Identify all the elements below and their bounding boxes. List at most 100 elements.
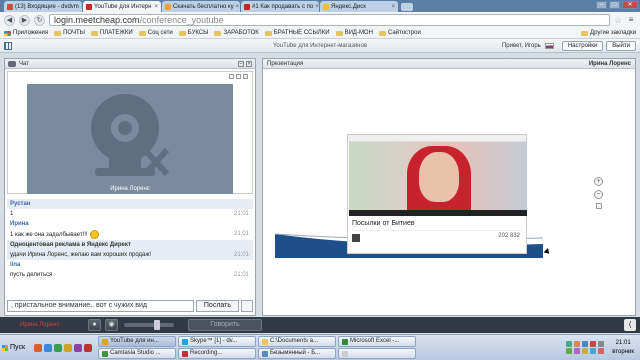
app-icon	[182, 350, 188, 357]
bookmark-label: ПЛАТЕЖКИ	[99, 30, 133, 36]
maximize-button[interactable]: □	[609, 1, 620, 9]
url-input[interactable]: login.meetcheap.com/conference_youtube	[49, 14, 610, 26]
tray-network-icon[interactable]	[566, 341, 573, 347]
bookmark-item[interactable]: ПЛАТЕЖКИ	[90, 30, 133, 36]
tray-cloud-icon[interactable]	[590, 348, 597, 354]
browser-tab[interactable]: Скачать бесплатно ку ×	[162, 1, 240, 12]
quick-launch-chrome-icon[interactable]	[54, 343, 62, 352]
chat-message: Рустан	[7, 199, 253, 209]
zoom-in-icon[interactable]: +	[594, 177, 603, 186]
microphone-icon[interactable]: ●	[88, 319, 101, 331]
chat-message-input[interactable]: , пристальное внимание.. вот с чужих вид	[7, 300, 194, 312]
back-icon[interactable]: ◀	[4, 14, 15, 26]
taskbar-window-button[interactable]: Microsoft Excel -...	[338, 336, 416, 347]
bookmark-item[interactable]: Приложения	[4, 30, 48, 36]
app-icon	[182, 338, 188, 345]
start-label: Пуск	[10, 344, 26, 351]
bookmark-label: Соц сети	[147, 30, 173, 36]
volume-handle[interactable]	[154, 320, 160, 330]
system-tray: 21:01 вторник	[566, 337, 638, 359]
browser-tab[interactable]: (13) Входящие - dvdvm×	[4, 1, 82, 12]
taskbar-window-button[interactable]: Безымянный - Б...	[258, 348, 336, 359]
menu-icon[interactable]: ≡	[626, 15, 636, 25]
other-bookmarks[interactable]: Другие закладки	[581, 30, 636, 36]
address-bar-row: ◀ ▶ ↻ login.meetcheap.com/conference_you…	[0, 12, 640, 28]
tray-record-icon[interactable]	[598, 348, 605, 354]
quick-launch-media-icon[interactable]	[74, 343, 82, 352]
fit-screen-icon[interactable]	[595, 203, 602, 209]
close-tab-icon[interactable]: ×	[234, 4, 240, 10]
apps-icon	[4, 30, 11, 36]
talk-button[interactable]: Говорить	[188, 319, 262, 331]
chat-text: 1 как же она задалбывает!!!	[10, 232, 88, 239]
taskbar-window-button[interactable]: C:\Documents a...	[258, 336, 336, 347]
browser-tab[interactable]: #1 Как продавать с по ×	[241, 1, 319, 12]
close-tab-icon[interactable]: ×	[389, 4, 395, 10]
new-tab-button[interactable]	[401, 3, 413, 11]
quick-launch-opera-icon[interactable]	[84, 343, 92, 352]
tray-antivirus-icon[interactable]	[574, 341, 581, 347]
chat-author: lina	[10, 262, 21, 269]
presentation-panel: Презентация Ирина Лоренс Посылки от Бити…	[262, 58, 636, 316]
webcam-settings-icon[interactable]	[229, 74, 234, 79]
bookmark-item[interactable]: ВИД-МОН	[335, 30, 373, 36]
tray-volume-icon[interactable]	[598, 341, 605, 347]
volume-slider[interactable]	[124, 320, 174, 330]
browser-tab[interactable]: Яндекс.Диск ×	[320, 1, 398, 12]
emoticon-button[interactable]	[241, 300, 253, 312]
youtube-video-meta: 202 832	[352, 230, 522, 248]
browser-tab[interactable]: YouTube для Интерн ×	[83, 1, 161, 12]
close-window-button[interactable]: ✕	[622, 1, 638, 9]
share-icon[interactable]: ⟨	[624, 319, 636, 331]
taskbar-window-button[interactable]: YouTube для ин...	[98, 336, 176, 347]
taskbar-window-button[interactable]	[338, 348, 416, 359]
chat-text: пусть делиться	[10, 272, 53, 279]
webcam-expand-icon[interactable]	[236, 74, 241, 79]
taskbar-window-button[interactable]: Camtasia Studio ...	[98, 348, 176, 359]
quick-launch-ie-icon[interactable]	[44, 343, 52, 352]
bookmark-item[interactable]: ПОЧТЫ	[54, 30, 85, 36]
bookmark-item[interactable]: БРАТНЫЕ ССЫЛКИ	[264, 30, 330, 36]
youtube-video-title: Посылки от Битиев	[352, 220, 415, 227]
tray-app-icon[interactable]	[574, 348, 581, 354]
close-panel-icon[interactable]: ×	[246, 60, 252, 67]
close-tab-icon[interactable]: ×	[152, 4, 158, 10]
tray-skype-icon[interactable]	[582, 341, 589, 347]
clock-time: 21:01	[615, 339, 631, 346]
url-path: /conference_youtube	[139, 15, 224, 25]
minimize-button[interactable]: –	[596, 1, 607, 9]
start-button[interactable]: Пуск	[2, 343, 30, 353]
app-header: YouTube для Интернет-магазинов Привет, И…	[0, 39, 640, 53]
webcam-close-icon[interactable]	[243, 74, 248, 79]
taskbar-window-button[interactable]: Skype™ [1] - dv...	[178, 336, 256, 347]
tab-label: Яндекс.Диск	[331, 3, 366, 10]
bookmark-item[interactable]: БУКСЫ	[178, 30, 208, 36]
minimize-panel-icon[interactable]: –	[238, 60, 244, 67]
taskbar-window-button[interactable]: Recording...	[178, 348, 256, 359]
forward-icon[interactable]: ▶	[19, 14, 30, 26]
webcam-toggle-icon[interactable]: ◉	[105, 319, 118, 331]
taskbar-clock[interactable]: 21:01 вторник	[608, 339, 638, 357]
bookmark-item[interactable]: ЗАРАБОТОК	[214, 30, 259, 36]
chat-bubble-icon	[8, 60, 16, 67]
quick-launch-firefox-icon[interactable]	[34, 343, 42, 352]
close-tab-icon[interactable]: ×	[313, 4, 319, 10]
folder-icon	[335, 30, 343, 36]
zoom-out-icon[interactable]: −	[594, 190, 603, 199]
chat-panel: Чат – × Ирина Лоренс Рустан 1 21:01 Ирин…	[4, 58, 256, 316]
chat-timestamp: 21:01	[233, 252, 249, 259]
quick-launch-folder-icon[interactable]	[64, 343, 72, 352]
bookmark-label: БРАТНЫЕ ССЫЛКИ	[273, 30, 330, 36]
bookmark-item[interactable]: Сайтострои	[378, 30, 421, 36]
bookmark-star-icon[interactable]: ☆	[614, 15, 622, 26]
reload-icon[interactable]: ↻	[34, 14, 45, 26]
folder-icon	[378, 30, 386, 36]
tray-update-icon[interactable]	[590, 341, 597, 347]
bookmark-item[interactable]: Соц сети	[138, 30, 173, 36]
send-button[interactable]: Послать	[195, 300, 239, 312]
chat-message: lina	[7, 260, 253, 270]
tray-battery-icon[interactable]	[566, 348, 573, 354]
close-tab-icon[interactable]: ×	[79, 4, 82, 10]
tray-keyboard-icon[interactable]	[582, 348, 589, 354]
bookmark-label: Приложения	[13, 30, 49, 36]
